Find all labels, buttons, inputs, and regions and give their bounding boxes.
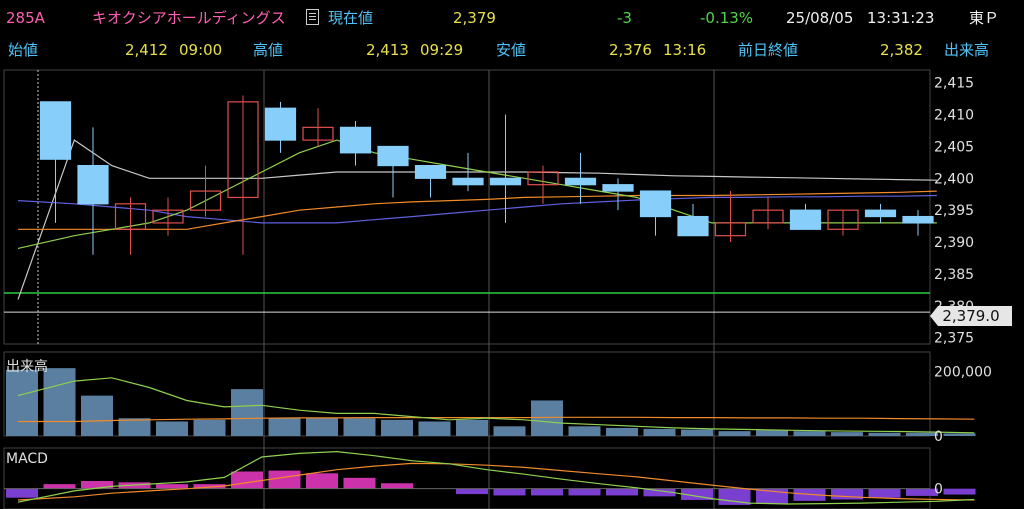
volume-bar xyxy=(6,369,38,436)
volume-bar xyxy=(381,419,413,436)
volume-bar xyxy=(568,426,601,436)
candle-body xyxy=(39,101,72,160)
volume-bar xyxy=(531,400,563,436)
price-tick-label: 2,410 xyxy=(934,108,974,124)
volume-bar xyxy=(456,419,488,436)
macd-histogram-bar xyxy=(493,488,526,496)
price-tick-label: 2,415 xyxy=(934,76,974,92)
macd-panel xyxy=(3,447,931,509)
candle-body xyxy=(264,107,297,141)
macd-histogram-bar xyxy=(81,480,113,489)
candle-body xyxy=(789,209,822,230)
price-tick-label: 2,395 xyxy=(934,203,974,219)
price-tick-label: 2,375 xyxy=(934,331,974,347)
macd-histogram-bar xyxy=(268,470,301,489)
stock-chart[interactable]: 2,4152,4102,4052,4002,3952,3902,3852,380… xyxy=(0,0,1024,509)
macd-histogram-bar xyxy=(156,484,188,489)
macd-histogram-bar xyxy=(306,473,338,489)
macd-histogram-bar xyxy=(531,488,563,496)
volume-bar xyxy=(606,427,638,436)
volume-bar xyxy=(81,395,113,436)
macd-histogram-bar xyxy=(6,488,38,498)
volume-bar xyxy=(831,432,863,436)
candle-body xyxy=(564,177,597,186)
volume-bar xyxy=(306,418,338,436)
price-tick-label: 2,385 xyxy=(934,267,974,283)
candle-body xyxy=(77,164,109,205)
volume-bar xyxy=(43,368,76,436)
candle-body xyxy=(489,177,522,186)
volume-panel-label: 出来高 xyxy=(6,358,48,375)
macd-histogram-bar xyxy=(568,488,601,496)
volume-bar xyxy=(118,418,151,436)
candle-body xyxy=(452,177,484,186)
candle-body xyxy=(677,215,709,237)
macd-histogram-bar xyxy=(606,488,638,496)
price-panel xyxy=(3,69,931,345)
volume-bar xyxy=(193,419,226,436)
volume-bar xyxy=(643,428,676,436)
macd-histogram-bar xyxy=(943,488,976,495)
volume-tick-label: 200,000 xyxy=(934,364,992,380)
volume-ma-long-line xyxy=(18,416,975,423)
candle-body xyxy=(339,126,372,154)
volume-bar xyxy=(343,418,376,436)
volume-bar xyxy=(418,421,451,436)
volume-bar xyxy=(793,431,826,436)
volume-bar xyxy=(943,433,976,436)
price-tick-label: 2,390 xyxy=(934,235,974,251)
volume-bar xyxy=(681,429,713,436)
macd-histogram-bar xyxy=(868,488,901,498)
volume-bar xyxy=(756,430,788,436)
candle-body xyxy=(639,190,672,218)
volume-bar xyxy=(868,432,901,436)
volume-bar xyxy=(268,418,301,436)
candle-body xyxy=(864,209,897,218)
volume-bar xyxy=(231,389,263,436)
price-tick-label: 2,400 xyxy=(934,171,974,187)
candle-body xyxy=(902,215,934,224)
macd-histogram-bar xyxy=(831,488,863,500)
macd-histogram-bar xyxy=(381,483,413,489)
volume-bar xyxy=(718,431,751,436)
macd-histogram-bar xyxy=(343,477,376,489)
volume-tick-label: 0 xyxy=(934,429,943,445)
candle-body xyxy=(377,145,409,167)
macd-histogram-bar xyxy=(456,488,488,495)
volume-bar xyxy=(493,426,526,436)
macd-histogram-bar xyxy=(43,484,76,489)
candle-body xyxy=(414,164,447,179)
macd-histogram-bar xyxy=(231,471,263,489)
macd-panel-label: MACD xyxy=(6,451,48,467)
macd-tick-label: 0 xyxy=(934,482,943,498)
current-price-tag: 2,379.0 xyxy=(930,306,1012,326)
price-tick-label: 2,405 xyxy=(934,139,974,155)
candle-body xyxy=(602,184,634,192)
volume-bar xyxy=(156,421,188,436)
